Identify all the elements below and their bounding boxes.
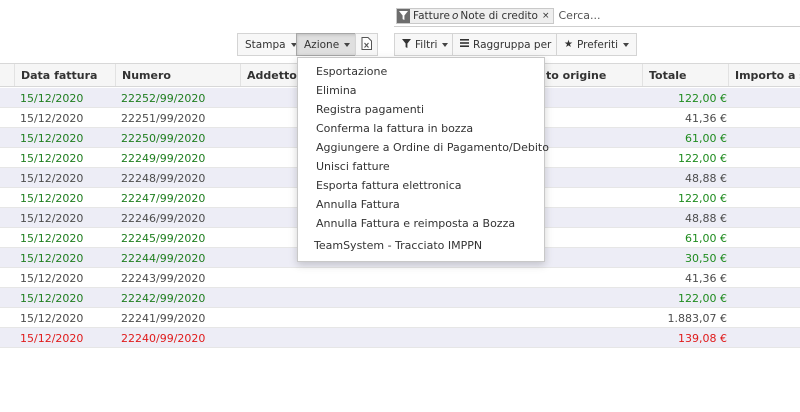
invoice-date: 15/12/2020 [20, 231, 84, 245]
invoice-date: 15/12/2020 [20, 131, 84, 145]
invoice-date: 15/12/2020 [20, 211, 84, 225]
invoice-date: 15/12/2020 [20, 171, 84, 185]
filter-icon [397, 8, 410, 23]
invoice-number: 22246/99/2020 [121, 211, 206, 225]
dropdown-item[interactable]: TeamSystem - Tracciato IMPPN [298, 236, 544, 255]
invoice-date: 15/12/2020 [20, 331, 84, 345]
invoice-number: 22244/99/2020 [121, 251, 206, 265]
dropdown-item[interactable]: Esporta fattura elettronica [298, 176, 544, 195]
invoice-number: 22241/99/2020 [121, 311, 206, 325]
invoice-number: 22245/99/2020 [121, 231, 206, 245]
search-bar[interactable]: Fatture o Note di credito × [394, 5, 800, 27]
invoice-date: 15/12/2020 [20, 271, 84, 285]
facet-value-a: Fatture [413, 9, 450, 22]
table-row[interactable]: 15/12/2020 22240/99/2020 139,08 € [0, 328, 800, 348]
invoice-total: 61,00 € [685, 231, 727, 245]
preferiti-label: Preferiti [576, 38, 619, 51]
invoice-number: 22240/99/2020 [121, 331, 206, 345]
table-row[interactable]: 15/12/2020 22242/99/2020 122,00 € [0, 288, 800, 308]
dropdown-item[interactable]: Registra pagamenti [298, 100, 544, 119]
invoice-number: 22251/99/2020 [121, 111, 206, 125]
column-data-fattura[interactable]: Data fattura [14, 64, 115, 86]
invoice-number: 22250/99/2020 [121, 131, 206, 145]
caret-down-icon [623, 42, 630, 47]
invoice-total: 41,36 € [685, 111, 727, 125]
dropdown-item[interactable]: Elimina [298, 81, 544, 100]
raggruppa-label: Raggruppa per [473, 38, 552, 51]
search-input[interactable] [558, 9, 779, 22]
invoice-total: 48,88 € [685, 171, 727, 185]
column-numero[interactable]: Numero [115, 64, 240, 86]
invoice-date: 15/12/2020 [20, 311, 84, 325]
invoice-total: 122,00 € [678, 91, 727, 105]
column-totale[interactable]: Totale [642, 64, 728, 86]
invoice-total: 61,00 € [685, 131, 727, 145]
group-by-icon [460, 39, 469, 50]
search-facet[interactable]: Fatture o Note di credito × [396, 7, 554, 24]
caret-down-icon [344, 42, 351, 47]
invoice-total: 122,00 € [678, 291, 727, 305]
invoice-total: 41,36 € [685, 271, 727, 285]
dropdown-item[interactable]: Annulla Fattura [298, 195, 544, 214]
invoice-total: 139,08 € [678, 331, 727, 345]
dropdown-item[interactable]: Aggiungere a Ordine di Pagamento/Debito [298, 138, 549, 157]
azione-button[interactable]: Azione [296, 33, 359, 56]
filtri-button[interactable]: Filtri [394, 33, 457, 56]
invoice-date: 15/12/2020 [20, 191, 84, 205]
star-icon: ★ [564, 39, 573, 50]
close-icon[interactable]: × [541, 9, 553, 23]
excel-export-icon [361, 36, 372, 53]
invoice-date: 15/12/2020 [20, 291, 84, 305]
preferiti-button[interactable]: ★ Preferiti [556, 33, 638, 56]
facet-or: o [451, 9, 459, 22]
raggruppa-button[interactable]: Raggruppa per [452, 33, 571, 56]
invoice-total: 122,00 € [678, 151, 727, 165]
invoice-total: 30,50 € [685, 251, 727, 265]
column-documento-origine[interactable]: to origine [540, 64, 642, 86]
invoice-date: 15/12/2020 [20, 251, 84, 265]
stampa-button[interactable]: Stampa [237, 33, 305, 56]
invoice-number: 22247/99/2020 [121, 191, 206, 205]
invoice-number: 22248/99/2020 [121, 171, 206, 185]
excel-export-button[interactable] [355, 33, 378, 56]
filter-funnel-icon [402, 38, 411, 51]
invoice-date: 15/12/2020 [20, 151, 84, 165]
dropdown-item[interactable]: Esportazione [298, 62, 544, 81]
facet-value-b: Note di credito [460, 9, 538, 22]
filtri-label: Filtri [415, 38, 438, 51]
invoice-total: 1.883,07 € [667, 311, 727, 325]
dropdown-item[interactable]: Conferma la fattura in bozza [298, 119, 544, 138]
invoice-date: 15/12/2020 [20, 111, 84, 125]
dropdown-item[interactable]: Annulla Fattura e reimposta a Bozza [298, 214, 544, 233]
table-row[interactable]: 15/12/2020 22241/99/2020 1.883,07 € [0, 308, 800, 328]
dropdown-item[interactable]: Unisci fatture [298, 157, 544, 176]
azione-label: Azione [304, 38, 340, 51]
facet-label: Fatture o Note di credito [410, 9, 541, 23]
invoice-total: 122,00 € [678, 191, 727, 205]
column-importo[interactable]: Importo a sa [728, 64, 800, 86]
caret-down-icon [442, 42, 449, 47]
invoice-date: 15/12/2020 [20, 91, 84, 105]
invoice-number: 22249/99/2020 [121, 151, 206, 165]
table-row[interactable]: 15/12/2020 22243/99/2020 41,36 € [0, 268, 800, 288]
azione-dropdown-menu: Esportazione Elimina Registra pagamenti Con… [297, 57, 549, 262]
invoice-number: 22242/99/2020 [121, 291, 206, 305]
invoice-number: 22252/99/2020 [121, 91, 206, 105]
stampa-label: Stampa [245, 38, 286, 51]
invoice-total: 48,88 € [685, 211, 727, 225]
invoice-number: 22243/99/2020 [121, 271, 206, 285]
